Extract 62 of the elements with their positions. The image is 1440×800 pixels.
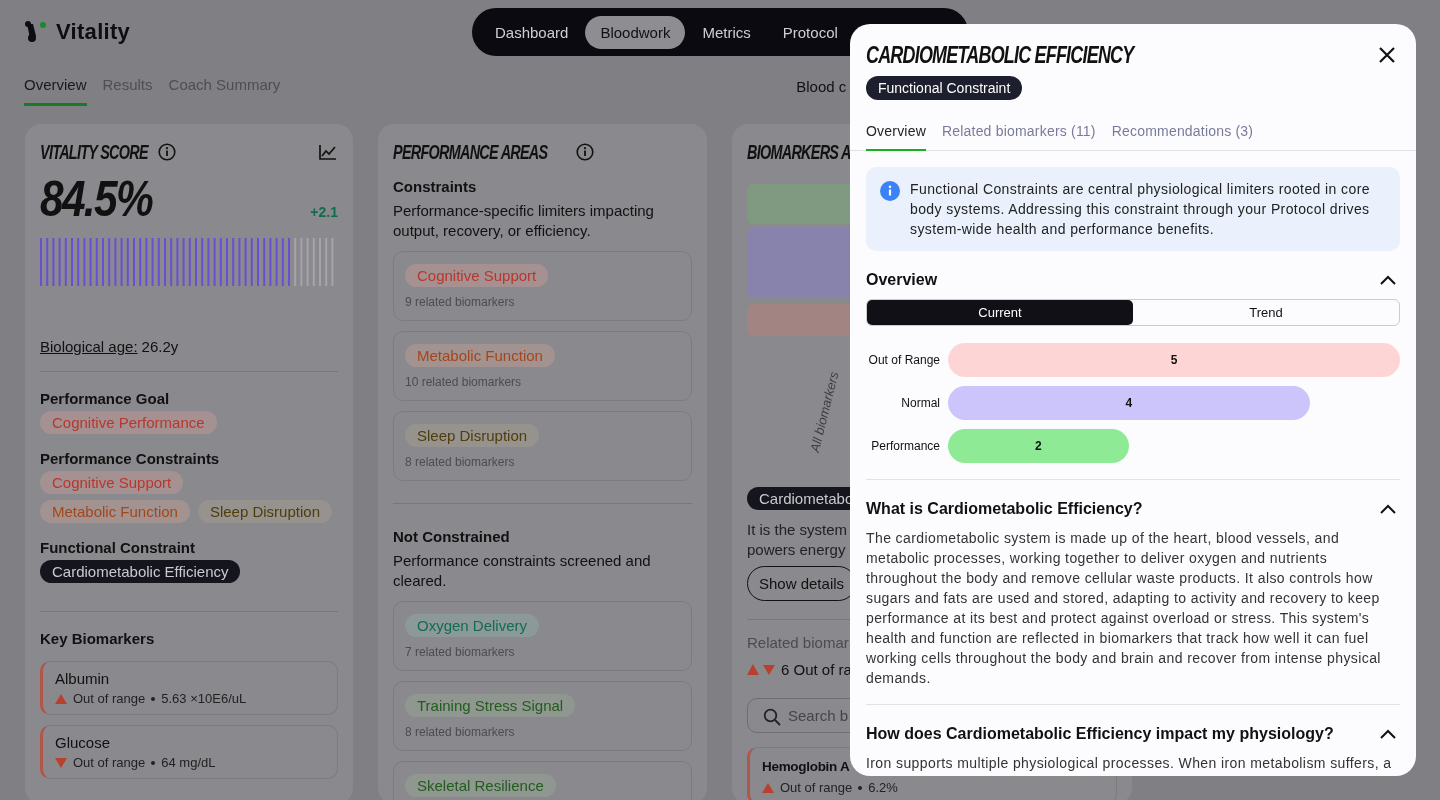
bar-label: Normal [900,396,941,410]
biomarker-status: Out of range [780,780,853,795]
biomarker-name: Hemoglobin A [762,759,850,774]
bio-age-value: 26.2y [141,338,179,355]
section-description: Performance constraints screened and cleared. [393,551,652,591]
related-count: 8 related biomarkers [405,455,516,469]
section-heading: Overview [866,271,938,289]
section-heading: Constraints [393,178,478,195]
section-heading: Key Biomarkers [40,630,156,647]
constraint-tag: Metabolic Function [40,500,190,523]
functional-tag: Cardiometabolic Efficiency [40,560,241,583]
dialog-title: CARDIOMETABOLIC EFFICIENCY [866,41,1134,69]
biomarker-name: Glucose [55,734,111,751]
data-label: 5 [1170,353,1178,367]
related-count: 10 related biomarkers [405,375,523,389]
brand-name: Vitality [56,19,131,45]
section-heading: Functional Constraint [40,539,196,556]
card-title: VITALITY SCORE [40,140,148,164]
bar: 4 [948,386,1310,420]
score-value: 84.5% [40,170,152,228]
bar-label: Out of Range [867,353,941,367]
related-count: 7 related biomarkers [405,645,516,659]
related-label: Related biomar [747,634,849,651]
section-text: Iron supports multiple physiological processes. When iron metabolism suffers, a [866,754,1393,773]
score-delta: +2.1 [310,204,338,222]
section-heading: Performance Goal [40,390,171,407]
area-tag: Metabolic Function [405,344,555,367]
related-count: 9 related biomarkers [405,295,516,309]
biomarker-value: 5.63 ×10E6/uL [161,691,247,706]
biomarker-value: 64 mg/dL [161,755,216,770]
card-title: BIOMARKERS A [747,140,851,164]
constraint-tag: Sleep Disruption [197,500,332,523]
section-description: Performance-specific limiters impacting output, recovery, or efficiency. [393,201,655,241]
area-tag: Cognitive Support [405,264,549,287]
area-tag: Training Stress Signal [405,694,576,717]
info-text: Functional Constraints are central physiological limiters rooted in core body systems. Addressing this constraint through your Protocol drives system-wide health and performance benefits. [910,180,1371,239]
description-line: It is the system [747,520,848,540]
biomarker-status: Out of range [73,755,146,770]
section-heading: Not Constrained [393,528,511,545]
area-tag: Sleep Disruption [405,424,540,447]
area-tag: Oxygen Delivery [405,614,540,637]
area-tag: Skeletal Resilience [405,774,556,797]
section-heading: How does Cardiometabolic Efficiency impact my physiology? [866,725,1334,743]
related-count: 8 related biomarkers [405,725,516,739]
data-label: 2 [1035,439,1042,453]
constraint-tag: Cognitive Support [40,471,184,494]
bar-label: Performance [870,439,941,453]
biomarker-value: 6.2% [868,780,898,795]
section-text: The cardiometabolic system is made up of the heart, blood vessels, and metabolic processes, working together to deliver oxygen and nutrients throughout the body and remove cellular waste products. It also controls how sugars and fats are used and stored, adapting to activity and recovery to keep performance at its best and protect against overload or stress. This system's health and function are reflected in biomarkers that track how well it can fuel working cells throughout the body and brain and recover from intense physical demands. [866,529,1382,688]
section-heading: What is Cardiometabolic Efficiency? [866,500,1143,518]
data-label: 4 [1125,396,1133,410]
blood-label: Blood c [796,78,847,97]
bio-age-label: Biological age: [40,338,138,355]
card-title: PERFORMANCE AREAS [393,140,548,164]
bar: 2 [948,429,1129,463]
goal-tag: Cognitive Performance [40,411,217,434]
bar: 5 [948,343,1400,377]
biomarker-name: Albumin [55,670,110,687]
description-line: powers energy [747,540,846,560]
section-heading: Performance Constraints [40,450,221,467]
biomarker-status: Out of range [73,691,146,706]
constraint-badge: Functional Constraint [866,76,1023,100]
